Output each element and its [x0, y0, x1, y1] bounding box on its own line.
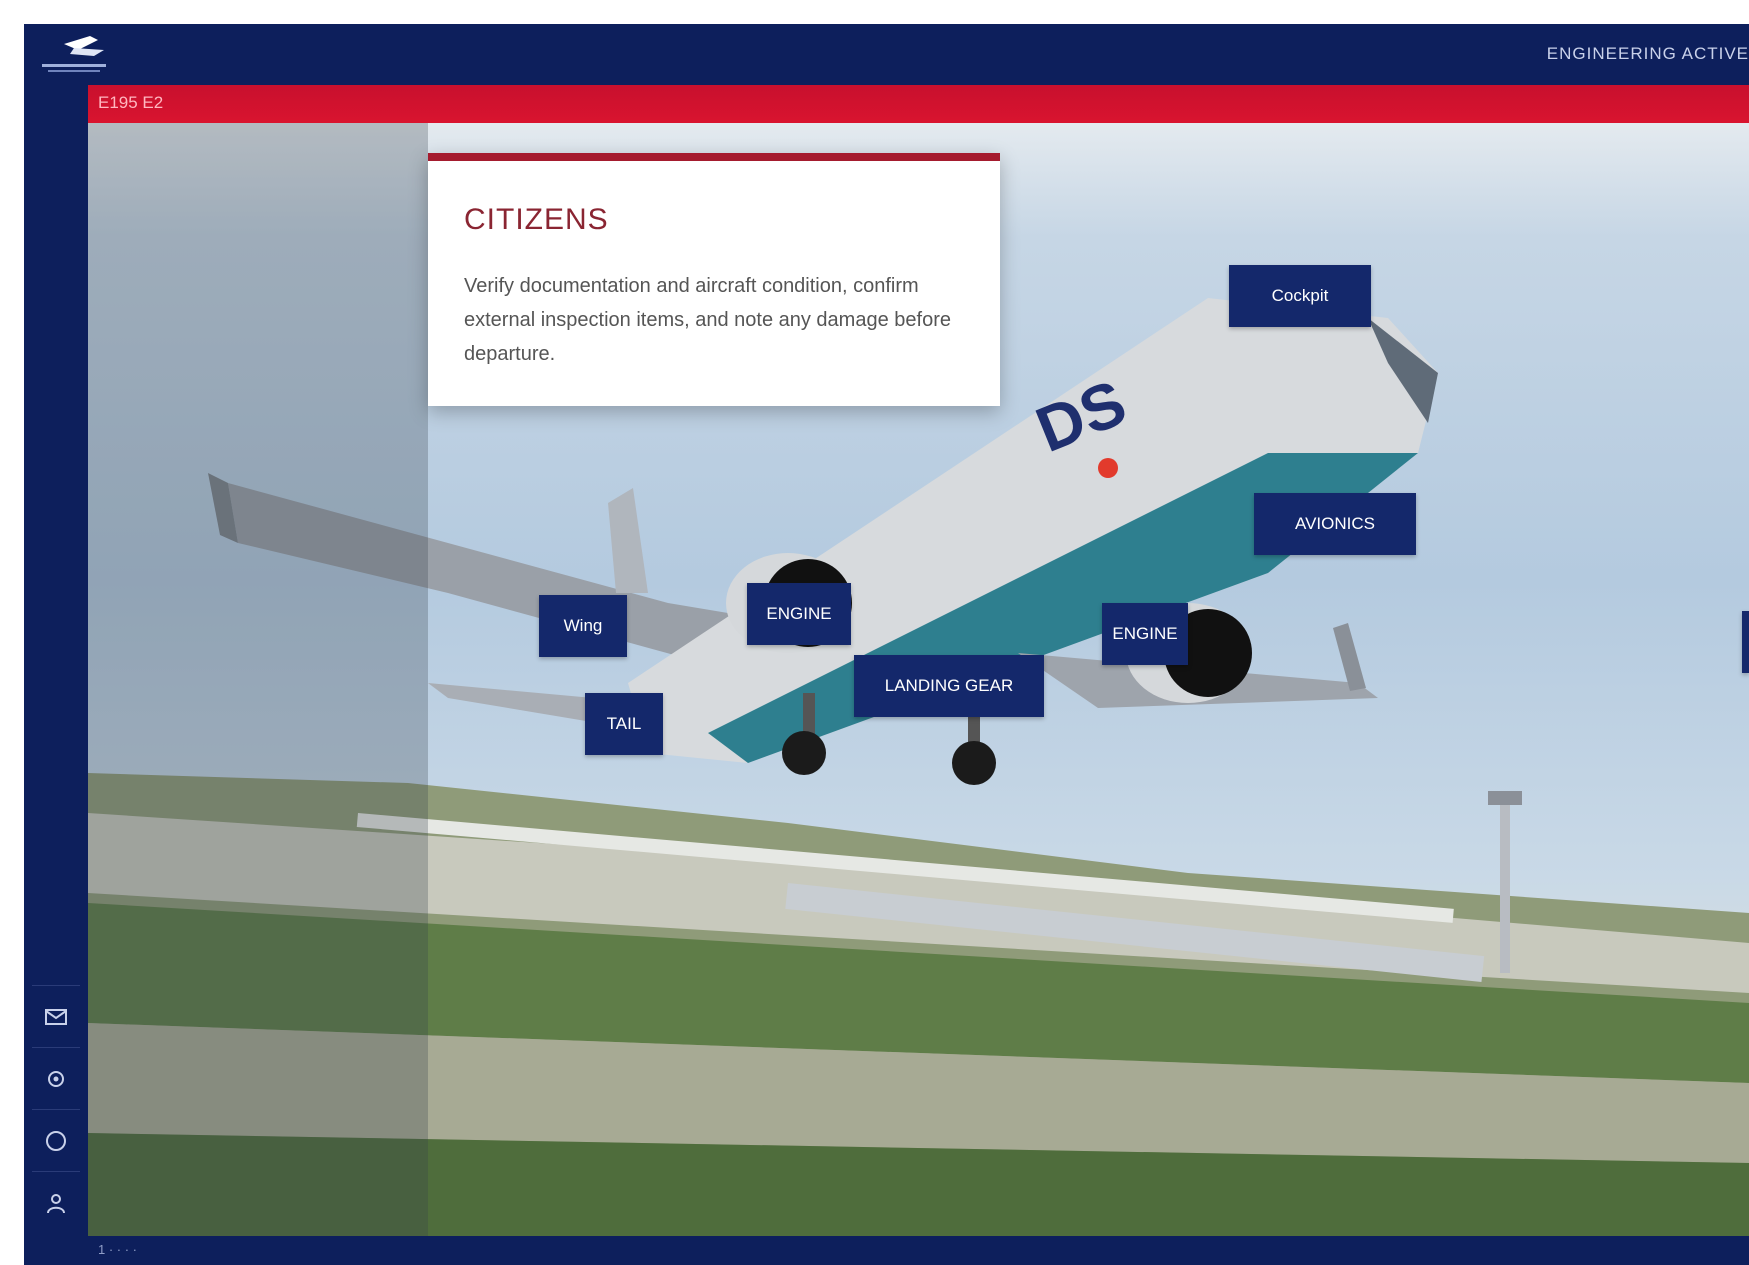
section-bar: E195 E2: [88, 85, 1749, 123]
hotspot-landing-gear[interactable]: LANDING GEAR: [854, 655, 1044, 717]
hotspot-cockpit[interactable]: Cockpit: [1229, 265, 1371, 327]
rail-settings-button[interactable]: [32, 1047, 80, 1110]
hotspot-wing[interactable]: Wing: [539, 595, 627, 657]
status-text: 1 · · · ·: [98, 1242, 137, 1257]
airline-logo-icon[interactable]: [34, 30, 114, 80]
search-icon: [46, 1131, 66, 1151]
user-icon: [47, 1194, 65, 1214]
section-title: E195 E2: [98, 93, 164, 112]
app-frame: ENGINEERING ACTIVE E195 E2 DS CITIZENS V…: [24, 24, 1749, 1265]
aircraft-scene: DS CITIZENS Verify documentation and air…: [88, 123, 1749, 1265]
info-card: CITIZENS Verify documentation and aircra…: [428, 153, 1000, 406]
hotspot-offscreen-edge[interactable]: [1742, 611, 1749, 673]
mail-icon: [45, 1009, 67, 1025]
hotspot-engine-right[interactable]: ENGINE: [1102, 603, 1188, 665]
rail-mail-button[interactable]: [32, 985, 80, 1048]
rail-search-button[interactable]: [32, 1109, 80, 1172]
status-bar: 1 · · · ·: [88, 1236, 1749, 1265]
rail-user-button[interactable]: [32, 1171, 80, 1234]
top-nav-text[interactable]: ENGINEERING ACTIVE: [1547, 44, 1749, 64]
info-card-title: CITIZENS: [464, 203, 609, 236]
hotspot-tail[interactable]: TAIL: [585, 693, 663, 755]
info-card-body: Verify documentation and aircraft condit…: [464, 275, 951, 365]
top-bar: ENGINEERING ACTIVE: [24, 24, 1749, 85]
hotspot-engine-left[interactable]: ENGINE: [747, 583, 851, 645]
left-overlay: [88, 123, 428, 1265]
left-rail: [24, 85, 88, 1265]
settings-icon: [48, 1071, 64, 1087]
hotspot-avionics[interactable]: AVIONICS: [1254, 493, 1416, 555]
